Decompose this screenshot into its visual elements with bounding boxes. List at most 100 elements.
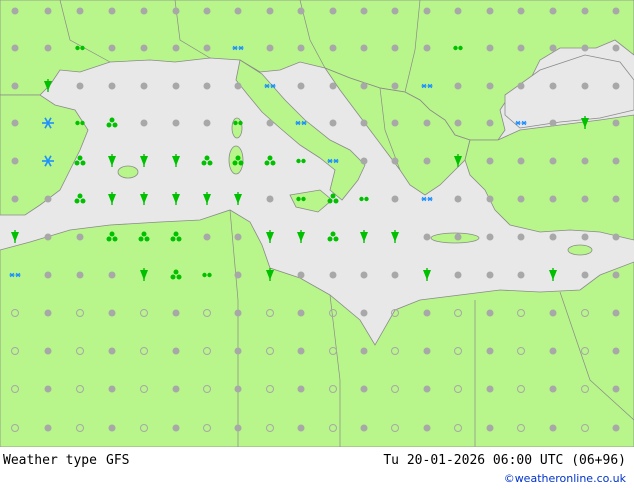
clear-icon	[108, 309, 116, 317]
clear-icon	[549, 424, 557, 432]
shower-dot	[176, 274, 182, 280]
shower-dot	[207, 160, 213, 166]
cloudy-dot-icon	[612, 44, 620, 52]
clear-icon	[297, 347, 305, 355]
drizzle-dot	[301, 158, 306, 164]
cloudy-dot-icon	[454, 195, 462, 203]
cloudy-dot-icon	[391, 44, 399, 52]
cloudy-dot-icon	[11, 7, 19, 15]
drizzle-dot	[75, 45, 80, 51]
shower-dot	[138, 236, 144, 242]
cloudy-dot-icon	[423, 7, 431, 15]
cloudy-dot-icon	[549, 233, 557, 241]
shower-dot	[106, 122, 112, 128]
cloudy-dot-icon	[108, 44, 116, 52]
shower-dot	[170, 274, 176, 280]
drizzle-dot	[238, 120, 243, 126]
clear-icon	[297, 424, 305, 432]
drizzle-dot	[202, 272, 207, 278]
cloudy-dot-icon	[612, 82, 620, 90]
drizzle-dot	[80, 120, 85, 126]
cloudy-dot-icon	[140, 119, 148, 127]
cloudy-dot-icon	[612, 7, 620, 15]
cloudy-dot-icon	[360, 7, 368, 15]
cloudy-dot-icon	[612, 233, 620, 241]
cloudy-dot-icon	[581, 44, 589, 52]
clear-icon	[423, 347, 431, 355]
clear-icon	[172, 347, 180, 355]
clear-icon	[549, 347, 557, 355]
shower-dot	[176, 236, 182, 242]
drizzle-dot	[233, 120, 238, 126]
cloudy-dot-icon	[11, 82, 19, 90]
cloudy-dot-icon	[266, 195, 274, 203]
cloudy-dot-icon	[549, 7, 557, 15]
cloudy-dot-icon	[423, 157, 431, 165]
cloudy-dot-icon	[44, 7, 52, 15]
cloudy-dot-icon	[234, 82, 242, 90]
balearic-islands	[117, 165, 139, 179]
clear-icon	[486, 347, 494, 355]
cloudy-dot-icon	[329, 82, 337, 90]
clear-icon	[612, 347, 620, 355]
shower-dot	[201, 160, 207, 166]
cloudy-dot-icon	[203, 44, 211, 52]
cloudy-dot-icon	[391, 82, 399, 90]
cloudy-dot-icon	[391, 119, 399, 127]
cloudy-dot-icon	[360, 271, 368, 279]
cloudy-dot-icon	[140, 7, 148, 15]
clear-icon	[44, 385, 52, 393]
cloudy-dot-icon	[486, 82, 494, 90]
clear-icon	[234, 309, 242, 317]
cloudy-dot-icon	[140, 44, 148, 52]
cloudy-dot-icon	[486, 44, 494, 52]
clear-icon	[360, 385, 368, 393]
shower-dot	[141, 231, 147, 237]
cloudy-dot-icon	[172, 7, 180, 15]
shower-dot	[327, 236, 333, 242]
cloudy-dot-icon	[203, 7, 211, 15]
drizzle-dot	[364, 196, 369, 202]
cloudy-dot-icon	[612, 195, 620, 203]
model-name: GFS	[106, 453, 130, 468]
drizzle-dot	[359, 196, 364, 202]
cloudy-dot-icon	[581, 7, 589, 15]
clear-icon	[297, 309, 305, 317]
shower-dot	[112, 236, 118, 242]
drizzle-dot	[296, 196, 301, 202]
cloudy-dot-icon	[549, 119, 557, 127]
clear-icon	[423, 309, 431, 317]
cloudy-dot-icon	[297, 271, 305, 279]
map-footer: Weather type GFS Tu 20-01-2026 06:00 UTC…	[0, 447, 634, 490]
clear-icon	[486, 424, 494, 432]
cloudy-dot-icon	[108, 82, 116, 90]
clear-icon	[172, 385, 180, 393]
cloudy-dot-icon	[44, 271, 52, 279]
cloudy-dot-icon	[581, 233, 589, 241]
cloudy-dot-icon	[266, 44, 274, 52]
cloudy-dot-icon	[486, 271, 494, 279]
clear-icon	[108, 424, 116, 432]
clear-icon	[44, 309, 52, 317]
cloudy-dot-icon	[517, 7, 525, 15]
shower-dot	[80, 198, 86, 204]
clear-icon	[612, 309, 620, 317]
cloudy-dot-icon	[234, 233, 242, 241]
cloudy-dot-icon	[108, 271, 116, 279]
drizzle-dot	[301, 196, 306, 202]
shower-dot	[173, 269, 179, 275]
cloudy-dot-icon	[234, 7, 242, 15]
cloudy-dot-icon	[76, 82, 84, 90]
clear-icon	[108, 347, 116, 355]
shower-dot	[77, 155, 83, 161]
clear-icon	[612, 424, 620, 432]
cloudy-dot-icon	[454, 233, 462, 241]
credit-link[interactable]: ©weatheronline.co.uk	[504, 472, 626, 485]
cloudy-dot-icon	[76, 271, 84, 279]
shower-dot	[173, 231, 179, 237]
cloudy-dot-icon	[266, 7, 274, 15]
cloudy-dot-icon	[172, 82, 180, 90]
clear-icon	[423, 424, 431, 432]
clear-icon	[172, 424, 180, 432]
cloudy-dot-icon	[454, 119, 462, 127]
